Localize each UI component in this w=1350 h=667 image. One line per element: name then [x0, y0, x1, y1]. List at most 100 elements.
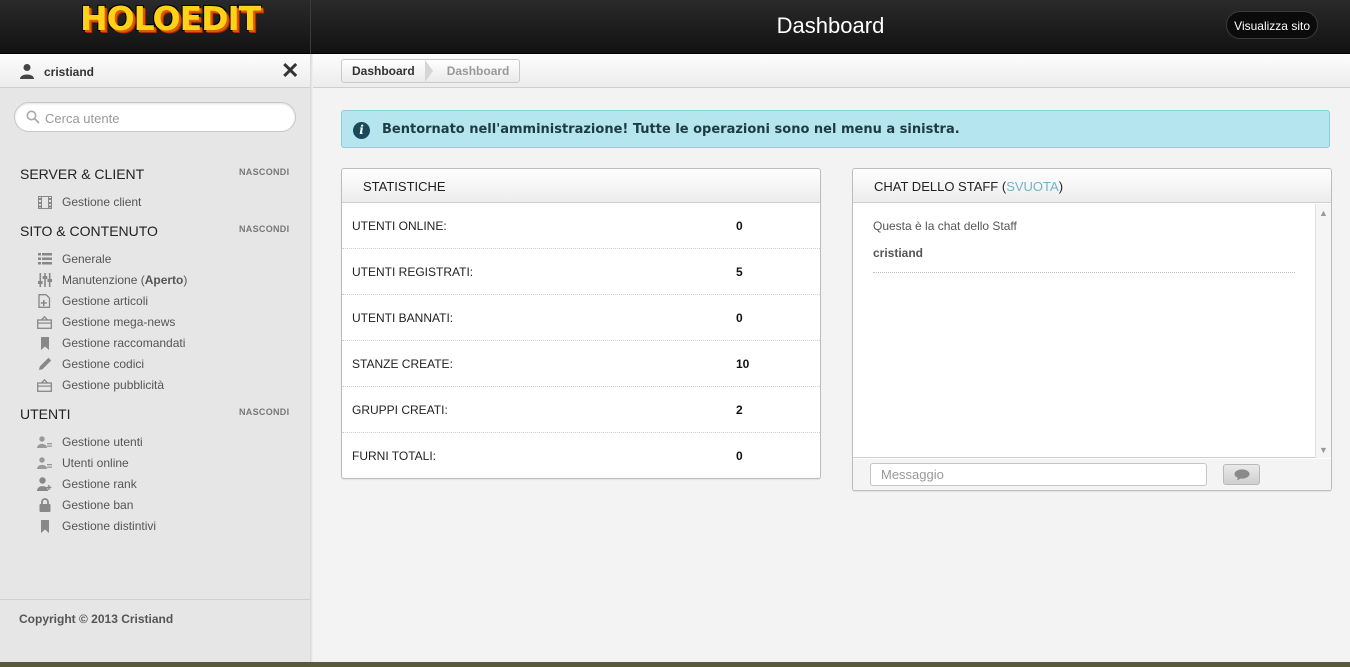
info-icon: i: [353, 122, 370, 139]
stats-row: UTENTI ONLINE: 0: [342, 203, 820, 249]
stats-panel: STATISTICHE UTENTI ONLINE: 0 UTENTI REGI…: [341, 168, 821, 479]
section-title-sito-contenuto: SITO & CONTENUTO: [20, 223, 158, 239]
message-input[interactable]: [870, 463, 1207, 486]
logo[interactable]: HOLOEDIT: [80, 0, 261, 38]
search-input[interactable]: [45, 109, 285, 127]
sidebar-item-label: Gestione articoli: [62, 294, 149, 308]
sidebar-item-label: Utenti online: [62, 456, 129, 470]
user-icon: [20, 64, 34, 79]
stats-value: 10: [736, 357, 750, 371]
maintenance-label-post: ): [183, 273, 188, 287]
stats-label: FURNI TOTALI:: [352, 449, 437, 463]
sidebar-item-gestione-articoli[interactable]: Gestione articoli: [37, 292, 148, 310]
info-banner: i Bentornato nell'amministrazione! Tutte…: [341, 110, 1330, 148]
breadcrumb-item-dashboard[interactable]: Dashboard: [342, 60, 425, 82]
chat-scrollbar[interactable]: ▲ ▼: [1315, 204, 1331, 458]
pencil-icon: [37, 357, 52, 371]
sidebar-item-label: Gestione codici: [62, 357, 145, 371]
section-title-server-client: SERVER & CLIENT: [20, 166, 145, 182]
chat-intro-text: Questa è la chat dello Staff: [873, 219, 1017, 233]
users-icon: [37, 456, 52, 470]
scroll-up-icon[interactable]: ▲: [1319, 208, 1328, 218]
stats-value: 0: [736, 219, 743, 233]
speech-bubble-icon: [1234, 468, 1249, 480]
users-icon: [37, 435, 52, 449]
sidebar-item-gestione-ban[interactable]: Gestione ban: [37, 496, 133, 514]
maintenance-status: Aperto: [144, 273, 184, 287]
breadcrumb-bar: Dashboard Dashboard: [313, 54, 1350, 88]
hide-server-client-link[interactable]: NASCONDI: [239, 167, 289, 177]
sidebar-item-gestione-utenti[interactable]: Gestione utenti: [37, 433, 143, 451]
staff-chat-panel: CHAT DELLO STAFF (SVUOTA) Questa è la ch…: [852, 168, 1332, 491]
stats-value: 0: [736, 449, 743, 463]
hide-sito-contenuto-link[interactable]: NASCONDI: [239, 224, 289, 234]
sidebar-item-gestione-codici[interactable]: Gestione codici: [37, 355, 144, 373]
sidebar-item-gestione-rank[interactable]: Gestione rank: [37, 475, 137, 493]
hide-utenti-link[interactable]: NASCONDI: [239, 407, 289, 417]
stats-row: GRUPPI CREATI: 2: [342, 387, 820, 433]
chat-messages[interactable]: Questa è la chat dello Staff cristiand ▲…: [853, 204, 1331, 458]
user-add-icon: [37, 477, 52, 491]
breadcrumb: Dashboard Dashboard: [341, 59, 521, 83]
sidebar-item-utenti-online[interactable]: Utenti online: [37, 454, 129, 472]
chat-composer: [853, 459, 1331, 490]
sidebar-item-generale[interactable]: Generale: [37, 250, 111, 268]
sidebar-footer-divider: [0, 599, 310, 600]
stats-row: UTENTI REGISTRATI: 5: [342, 249, 820, 295]
stats-label: UTENTI ONLINE:: [352, 219, 447, 233]
sidebar-item-gestione-mega-news[interactable]: Gestione mega-news: [37, 313, 175, 331]
top-bar: HOLOEDIT Dashboard Visualizza sito: [0, 0, 1350, 54]
sidebar-item-label: Generale: [62, 252, 112, 266]
user-bar: cristiand ✕: [0, 54, 310, 88]
stats-panel-title: STATISTICHE: [363, 179, 446, 194]
close-icon[interactable]: ✕: [281, 60, 299, 82]
stats-value: 0: [736, 311, 743, 325]
sidebar-item-label: Manutenzione (Aperto): [62, 273, 187, 287]
chat-panel-title: CHAT DELLO STAFF (SVUOTA): [874, 179, 1063, 194]
sidebar-item-label: Gestione client: [62, 195, 142, 209]
chat-message-divider: [873, 272, 1295, 273]
user-search[interactable]: [14, 102, 296, 132]
scroll-down-icon[interactable]: ▼: [1319, 445, 1328, 455]
sidebar-item-label: Gestione ban: [62, 498, 134, 512]
maintenance-label-pre: Manutenzione (: [62, 273, 145, 287]
section-title-utenti: UTENTI: [20, 406, 71, 422]
clear-chat-link[interactable]: SVUOTA: [1006, 179, 1059, 194]
stats-value: 5: [736, 265, 743, 279]
breadcrumb-item-current: Dashboard: [446, 64, 510, 78]
view-site-button[interactable]: Visualizza sito: [1226, 11, 1318, 39]
username[interactable]: cristiand: [44, 65, 94, 79]
stats-row: STANZE CREATE: 10: [342, 341, 820, 387]
bookmark-icon: [37, 519, 52, 533]
film-icon: [37, 195, 52, 209]
chat-title-text: CHAT DELLO STAFF (: [874, 179, 1007, 194]
stats-label: UTENTI BANNATI:: [352, 311, 454, 325]
stats-label: UTENTI REGISTRATI:: [352, 265, 474, 279]
sidebar-item-label: Gestione pubblicità: [62, 378, 165, 392]
page-title: Dashboard: [776, 13, 885, 38]
stats-value: 2: [736, 403, 743, 417]
sidebar-item-manutenzione[interactable]: Manutenzione (Aperto): [37, 271, 187, 289]
stats-label: GRUPPI CREATI:: [352, 403, 448, 417]
sidebar-item-gestione-raccomandati[interactable]: Gestione raccomandati: [37, 334, 185, 352]
briefcase-icon: [37, 378, 52, 392]
chat-message-user: cristiand: [873, 246, 924, 260]
list-icon: [37, 252, 52, 266]
sliders-icon: [37, 273, 52, 287]
sidebar-item-label: Gestione mega-news: [62, 315, 176, 329]
bottom-strip: [0, 662, 1350, 667]
sidebar-item-label: Gestione raccomandati: [62, 336, 186, 350]
chat-title-close: ): [1058, 179, 1064, 194]
document-add-icon: [37, 294, 52, 308]
search-icon: [26, 110, 40, 124]
sidebar-item-gestione-distintivi[interactable]: Gestione distintivi: [37, 517, 156, 535]
send-message-button[interactable]: [1223, 464, 1260, 485]
sidebar-item-label: Gestione rank: [62, 477, 137, 491]
info-banner-text: Bentornato nell'amministrazione! Tutte l…: [382, 122, 960, 137]
logo-area: HOLOEDIT: [0, 0, 311, 54]
sidebar-item-gestione-pubblicita[interactable]: Gestione pubblicità: [37, 376, 164, 394]
sidebar: cristiand ✕ SERVER & CLIENT NASCONDI Ges…: [0, 54, 313, 667]
sidebar-item-gestione-client[interactable]: Gestione client: [37, 193, 141, 211]
stats-panel-header: STATISTICHE: [342, 169, 820, 203]
stats-label: STANZE CREATE:: [352, 357, 453, 371]
